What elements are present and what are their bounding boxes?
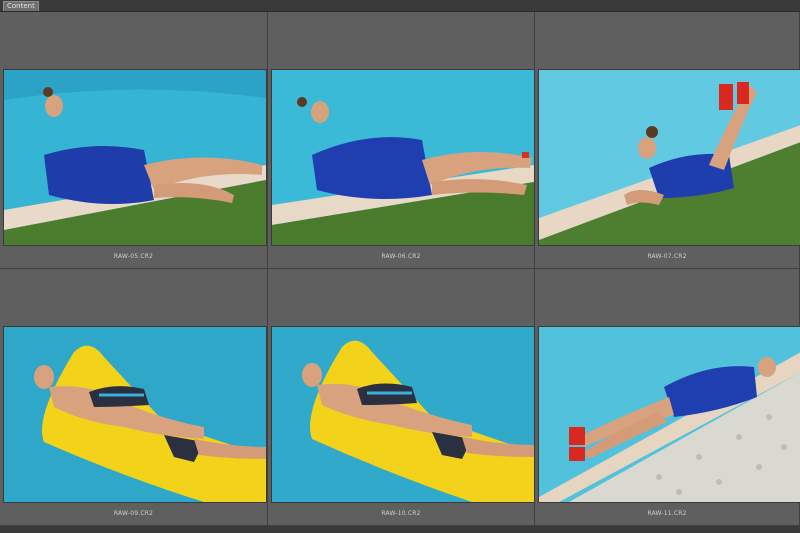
thumbnail-filename: RAW-07.CR2 (647, 253, 687, 260)
photo-thumbnail[interactable] (539, 327, 800, 502)
thumbnail-cell[interactable]: RAW-06.CR2 (268, 12, 535, 269)
thumbnail-cell[interactable]: RAW-05.CR2 (0, 12, 268, 269)
photo-thumbnail[interactable] (4, 70, 266, 245)
panel-tab-bar: Content (0, 0, 800, 12)
thumbnail-cell[interactable]: RAW-10.CR2 (268, 269, 535, 526)
thumbnail-filename: RAW-09.CR2 (113, 510, 154, 517)
thumbnail-cell[interactable]: RAW-09.CR2 (0, 269, 268, 526)
thumbnail-cell[interactable]: RAW-07.CR2 (535, 12, 800, 269)
photo-thumbnail[interactable] (272, 327, 534, 502)
content-tab[interactable]: Content (3, 1, 39, 11)
photo-thumbnail[interactable] (539, 70, 800, 245)
photo-thumbnail[interactable] (272, 70, 534, 245)
thumbnail-filename: RAW-05.CR2 (113, 253, 154, 260)
thumbnail-cell[interactable]: RAW-11.CR2 (535, 269, 800, 526)
thumbnail-filename: RAW-11.CR2 (647, 510, 687, 517)
photo-thumbnail[interactable] (4, 327, 266, 502)
panel-footer (0, 526, 800, 533)
thumbnail-filename: RAW-10.CR2 (381, 510, 421, 517)
thumbnail-filename: RAW-06.CR2 (381, 253, 421, 260)
thumbnail-grid: RAW-05.CR2 RAW-06.CR2 RAW-07.CR2 RAW-09.… (0, 12, 800, 526)
